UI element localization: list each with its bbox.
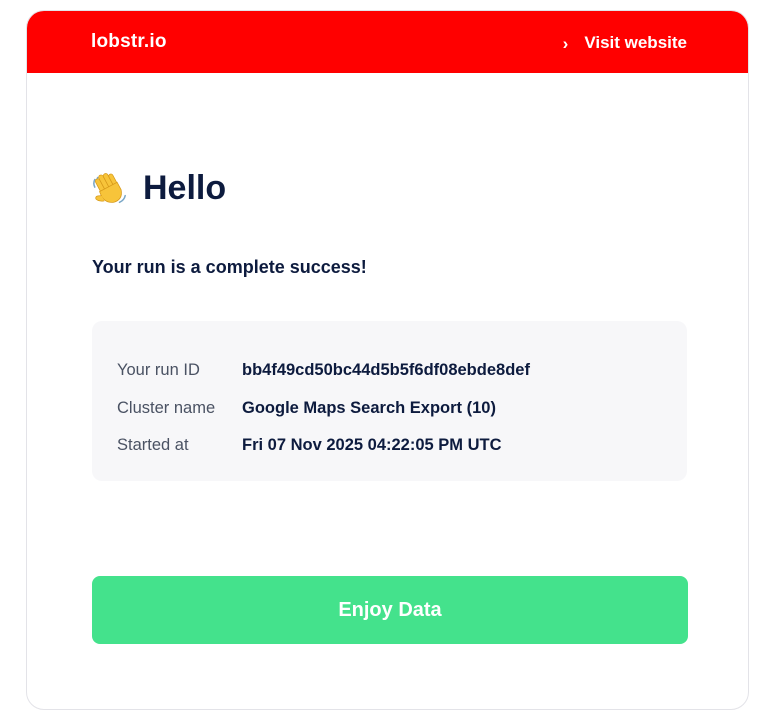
greeting: Hello <box>91 169 226 208</box>
enjoy-data-button[interactable]: Enjoy Data <box>92 576 688 644</box>
waving-hand-icon <box>93 172 126 203</box>
email-card: lobstr.io › Visit website Hello Your run… <box>26 10 749 710</box>
detail-row-run-id: Your run ID bb4f49cd50bc44d5b5f6df08ebde… <box>117 361 530 380</box>
detail-row-started-at: Started at Fri 07 Nov 2025 04:22:05 PM U… <box>117 436 502 455</box>
detail-label: Cluster name <box>117 399 216 417</box>
run-details-box: Your run ID bb4f49cd50bc44d5b5f6df08ebde… <box>92 321 687 481</box>
brand-logo-text[interactable]: lobstr.io <box>91 31 167 53</box>
detail-label: Your run ID <box>117 361 200 379</box>
header-bar: lobstr.io › Visit website <box>27 11 748 73</box>
detail-label: Started at <box>117 436 189 454</box>
started-at-value: Fri 07 Nov 2025 04:22:05 PM UTC <box>242 436 502 454</box>
run-id-value: bb4f49cd50bc44d5b5f6df08ebde8def <box>242 361 530 379</box>
cluster-name-value: Google Maps Search Export (10) <box>242 399 496 417</box>
visit-website-label: Visit website <box>584 33 687 52</box>
detail-row-cluster-name: Cluster name Google Maps Search Export (… <box>117 399 496 418</box>
run-success-message: Your run is a complete success! <box>92 257 367 277</box>
chevron-right-icon: › <box>562 33 569 53</box>
greeting-title: Hello <box>143 169 227 207</box>
visit-website-link[interactable]: › Visit website <box>563 33 687 53</box>
